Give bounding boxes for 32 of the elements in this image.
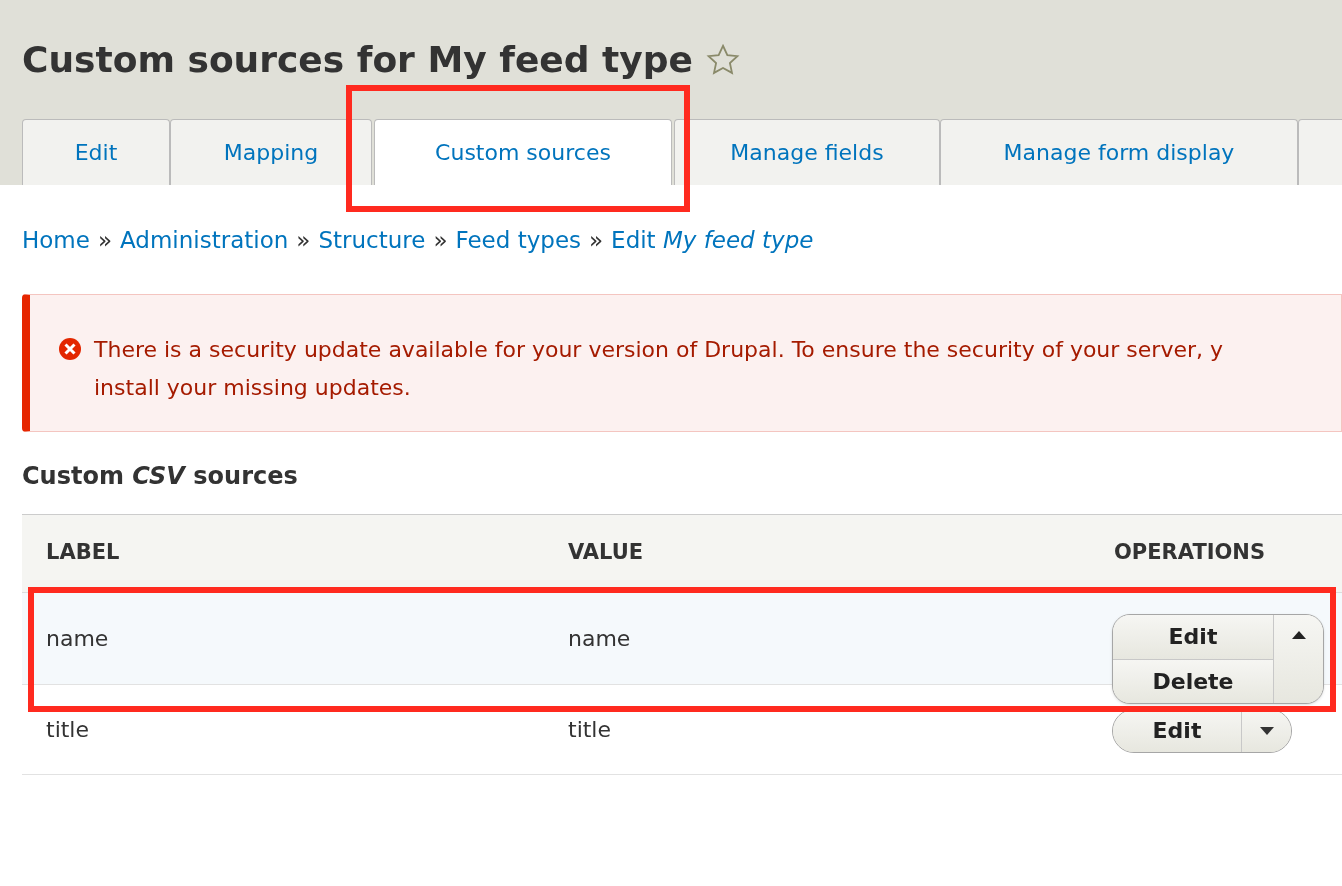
delete-button[interactable]: Delete xyxy=(1113,658,1273,703)
breadcrumb-separator: » xyxy=(589,226,604,255)
breadcrumb-separator: » xyxy=(296,226,311,255)
breadcrumb-link[interactable]: Home xyxy=(22,223,90,258)
message-text: install your missing updates. xyxy=(94,373,412,402)
breadcrumb-separator: » xyxy=(97,226,112,255)
error-icon xyxy=(58,336,82,361)
tab[interactable]: Custom sources xyxy=(374,119,672,185)
tab[interactable] xyxy=(1298,119,1342,185)
table-cell: title xyxy=(46,716,89,742)
dropdown-toggle[interactable] xyxy=(1273,614,1323,703)
breadcrumb-link[interactable]: Feed types xyxy=(455,223,581,258)
tab[interactable]: Manage form display xyxy=(940,119,1298,185)
tab[interactable]: Manage fields xyxy=(674,119,940,185)
page-title: Custom sources for My feed type xyxy=(22,38,693,82)
caret-down-icon xyxy=(1259,726,1274,735)
message-text: There is a security update available for your version of Drupal. To ensure the security of your server, y xyxy=(94,335,1223,364)
tab[interactable]: Edit xyxy=(22,119,170,185)
table-cell: name xyxy=(568,625,631,651)
column-header: VALUE xyxy=(568,540,644,565)
caret-up-icon xyxy=(1291,630,1306,639)
breadcrumb-link[interactable]: Administration xyxy=(120,223,289,258)
breadcrumb-link[interactable]: Edit My feed type xyxy=(611,223,814,258)
table-cell: name xyxy=(46,625,109,651)
column-header: OPERATIONS xyxy=(1114,540,1266,565)
breadcrumb-separator: » xyxy=(433,226,448,255)
edit-button[interactable]: Edit xyxy=(1113,614,1273,659)
column-header: LABEL xyxy=(46,540,120,565)
section-heading: Custom CSV sources xyxy=(22,460,299,492)
tab[interactable]: Mapping xyxy=(170,119,372,185)
table-cell: title xyxy=(568,716,611,742)
breadcrumb-link[interactable]: Structure xyxy=(318,223,426,258)
